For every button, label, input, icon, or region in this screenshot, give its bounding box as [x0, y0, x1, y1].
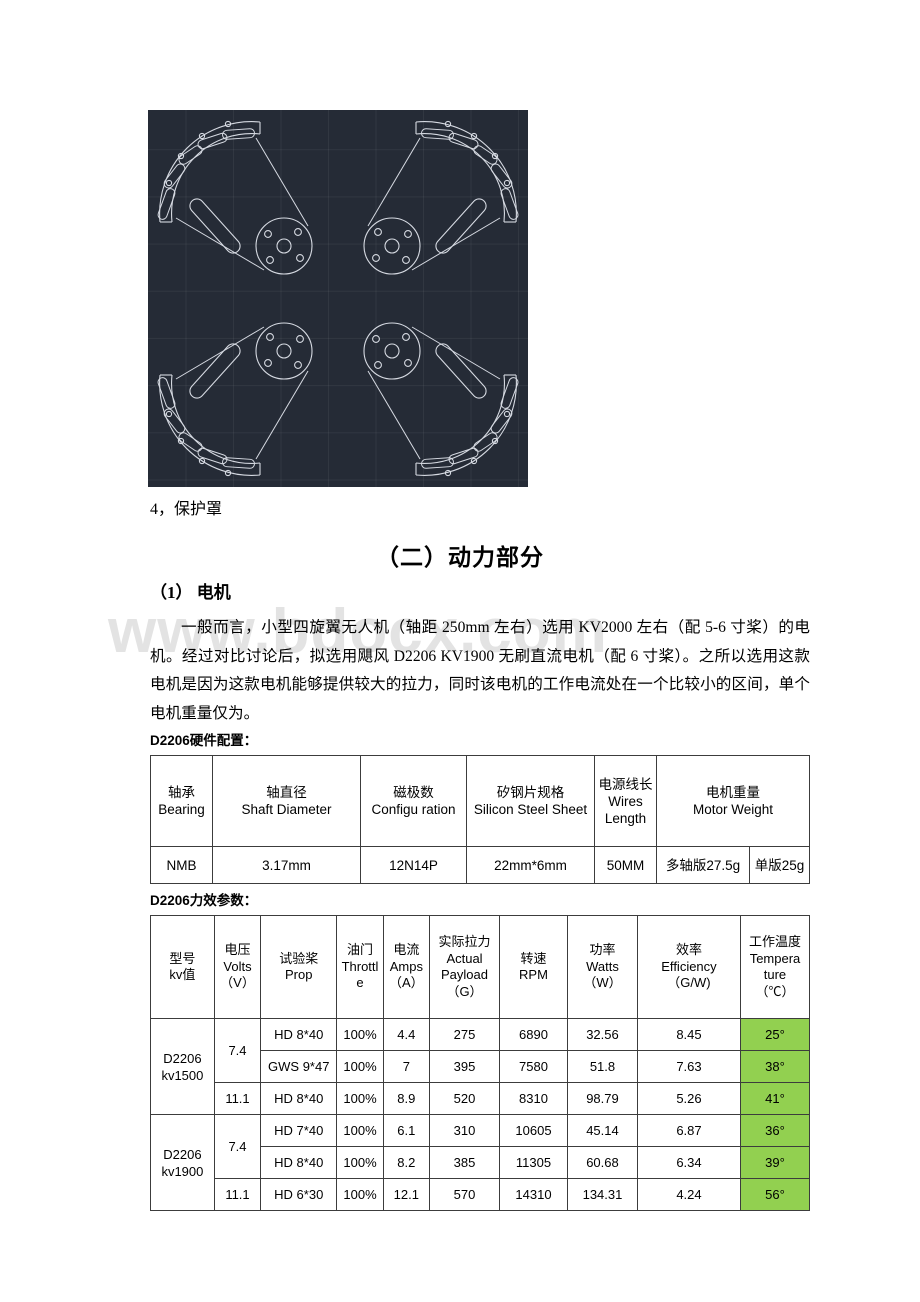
cell-watts: 134.31: [566, 1178, 638, 1211]
cell-amps: 12.1: [382, 1178, 431, 1211]
cell-prop: HD 8*40: [260, 1082, 338, 1115]
table-header-row: 轴承 Bearing 轴直径 Shaft Diameter 磁极数 Config…: [150, 755, 810, 847]
cell-rpm: 11305: [499, 1146, 568, 1179]
cell-throttle: 100%: [336, 1050, 384, 1083]
section-heading: （二）动力部分: [376, 545, 544, 570]
cell-temperature: 56°: [739, 1178, 811, 1211]
cell-temperature: 38°: [739, 1050, 811, 1083]
cell-efficiency: 6.34: [636, 1146, 741, 1179]
cell-volts: 7.4: [213, 1114, 262, 1179]
cell-volts: 11.1: [213, 1082, 262, 1115]
header-temperature: 工作温度 Tempera ture （℃）: [739, 915, 811, 1019]
cell-volts: 11.1: [213, 1178, 262, 1211]
performance-table-label: D2206力效参数：: [150, 893, 258, 908]
cell-motor-weight-multirotor: 多轴版27.5g: [656, 846, 750, 884]
cell-efficiency: 5.26: [636, 1082, 741, 1115]
cell-prop: HD 6*30: [260, 1178, 338, 1211]
header-throttle: 油门 Throttl e: [336, 915, 384, 1019]
subsection-heading: （1） 电机: [150, 583, 231, 602]
cell-temperature: 25°: [739, 1018, 811, 1051]
cell-prop: HD 8*40: [260, 1018, 338, 1051]
cell-throttle: 100%: [336, 1082, 384, 1115]
header-motor-weight: 电机重量 Motor Weight: [656, 755, 810, 847]
table-row: 11.1 HD 8*40 100% 8.9 520 8310 98.79 5.26 41°: [151, 1082, 811, 1115]
table-row: 11.1 HD 6*30 100% 12.1 570 14310 134.31 4.24 56°: [151, 1178, 811, 1211]
cell-prop: GWS 9*47: [260, 1050, 338, 1083]
cell-watts: 32.56: [566, 1018, 638, 1051]
header-efficiency: 效率 Efficiency （G/W): [636, 915, 741, 1019]
cell-payload: 520: [428, 1082, 501, 1115]
cell-efficiency: 7.63: [636, 1050, 741, 1083]
propeller-guard-cad-drawing: [148, 110, 528, 487]
header-configuration: 磁极数 Configu ration: [360, 755, 467, 847]
cell-volts: 7.4: [213, 1018, 262, 1083]
header-watts: 功率 Watts （W）: [566, 915, 638, 1019]
cell-amps: 6.1: [382, 1114, 431, 1147]
cell-temperature: 41°: [739, 1082, 811, 1115]
cell-model-kv: D2206 kv1900: [150, 1114, 215, 1211]
header-silicon-steel-sheet: 矽钢片规格 Silicon Steel Sheet: [466, 755, 595, 847]
cell-efficiency: 8.45: [636, 1018, 741, 1051]
cell-efficiency: 4.24: [636, 1178, 741, 1211]
cell-payload: 385: [428, 1146, 501, 1179]
header-amps: 电流 Amps （A）: [382, 915, 431, 1019]
cell-rpm: 14310: [499, 1178, 568, 1211]
cell-throttle: 100%: [336, 1018, 384, 1051]
hardware-table-label: D2206硬件配置：: [150, 733, 258, 748]
cell-amps: 8.9: [382, 1082, 431, 1115]
cell-amps: 4.4: [382, 1018, 431, 1051]
cell-throttle: 100%: [336, 1114, 384, 1147]
cell-rpm: 7580: [499, 1050, 568, 1083]
header-wires-length: 电源线长 Wires Length: [594, 755, 657, 847]
cell-amps: 8.2: [382, 1146, 431, 1179]
cell-throttle: 100%: [336, 1178, 384, 1211]
header-volts: 电压 Volts （V）: [213, 915, 262, 1019]
cell-watts: 98.79: [566, 1082, 638, 1115]
figure-caption: 4，保护罩: [150, 501, 223, 518]
cell-temperature: 39°: [739, 1146, 811, 1179]
cell-watts: 60.68: [566, 1146, 638, 1179]
cell-prop: HD 7*40: [260, 1114, 338, 1147]
cell-wires-length: 50MM: [594, 846, 657, 884]
document-page: www.bdocx.com 4，保护罩 （二）动力部分 （1） 电机 一般而言，…: [0, 0, 920, 1302]
table-header-row: 型号 kv值 电压 Volts （V） 试验桨 Prop 油门 Throttl …: [150, 915, 811, 1019]
cell-throttle: 100%: [336, 1146, 384, 1179]
header-rpm: 转速 RPM: [499, 915, 568, 1019]
cell-prop: HD 8*40: [260, 1146, 338, 1179]
header-model-kv: 型号 kv值: [150, 915, 215, 1019]
table-row: NMB 3.17mm 12N14P 22mm*6mm 50MM 多轴版27.5g…: [150, 846, 810, 884]
cell-watts: 51.8: [566, 1050, 638, 1083]
cell-payload: 395: [428, 1050, 501, 1083]
header-actual-payload: 实际拉力 Actual Payload （G）: [428, 915, 501, 1019]
hardware-config-table: 轴承 Bearing 轴直径 Shaft Diameter 磁极数 Config…: [150, 755, 810, 884]
cad-linework: [157, 120, 519, 477]
cell-model-kv: D2206 kv1500: [150, 1018, 215, 1115]
cell-bearing: NMB: [150, 846, 213, 884]
header-prop: 试验桨 Prop: [260, 915, 338, 1019]
cell-payload: 310: [428, 1114, 501, 1147]
cell-amps: 7: [382, 1050, 431, 1083]
cell-configuration: 12N14P: [360, 846, 467, 884]
table-row: D2206 kv1900 7.4 HD 7*40 100% 6.1 310 10605 45.…: [150, 1114, 811, 1211]
cell-payload: 275: [428, 1018, 501, 1051]
performance-parameters-table: 型号 kv值 电压 Volts （V） 试验桨 Prop 油门 Throttl …: [150, 915, 811, 1211]
cell-efficiency: 6.87: [636, 1114, 741, 1147]
cell-rpm: 10605: [499, 1114, 568, 1147]
performance-table-body: D2206 kv1500 7.4 HD 8*40 100% 4.4 275 6890 32.5…: [150, 1018, 811, 1211]
cell-silicon-steel-sheet: 22mm*6mm: [466, 846, 595, 884]
cell-payload: 570: [428, 1178, 501, 1211]
cell-motor-weight-single: 单版25g: [749, 846, 810, 884]
body-paragraph: 一般而言，小型四旋翼无人机（轴距 250mm 左右）选用 KV2000 左右（配…: [150, 619, 810, 722]
cell-watts: 45.14: [566, 1114, 638, 1147]
cell-temperature: 36°: [739, 1114, 811, 1147]
header-shaft-diameter: 轴直径 Shaft Diameter: [212, 755, 361, 847]
table-row: D2206 kv1500 7.4 HD 8*40 100% 4.4 275 6890 32.5…: [150, 1018, 811, 1115]
cell-shaft-diameter: 3.17mm: [212, 846, 361, 884]
header-bearing: 轴承 Bearing: [150, 755, 213, 847]
cell-rpm: 6890: [499, 1018, 568, 1051]
cell-rpm: 8310: [499, 1082, 568, 1115]
